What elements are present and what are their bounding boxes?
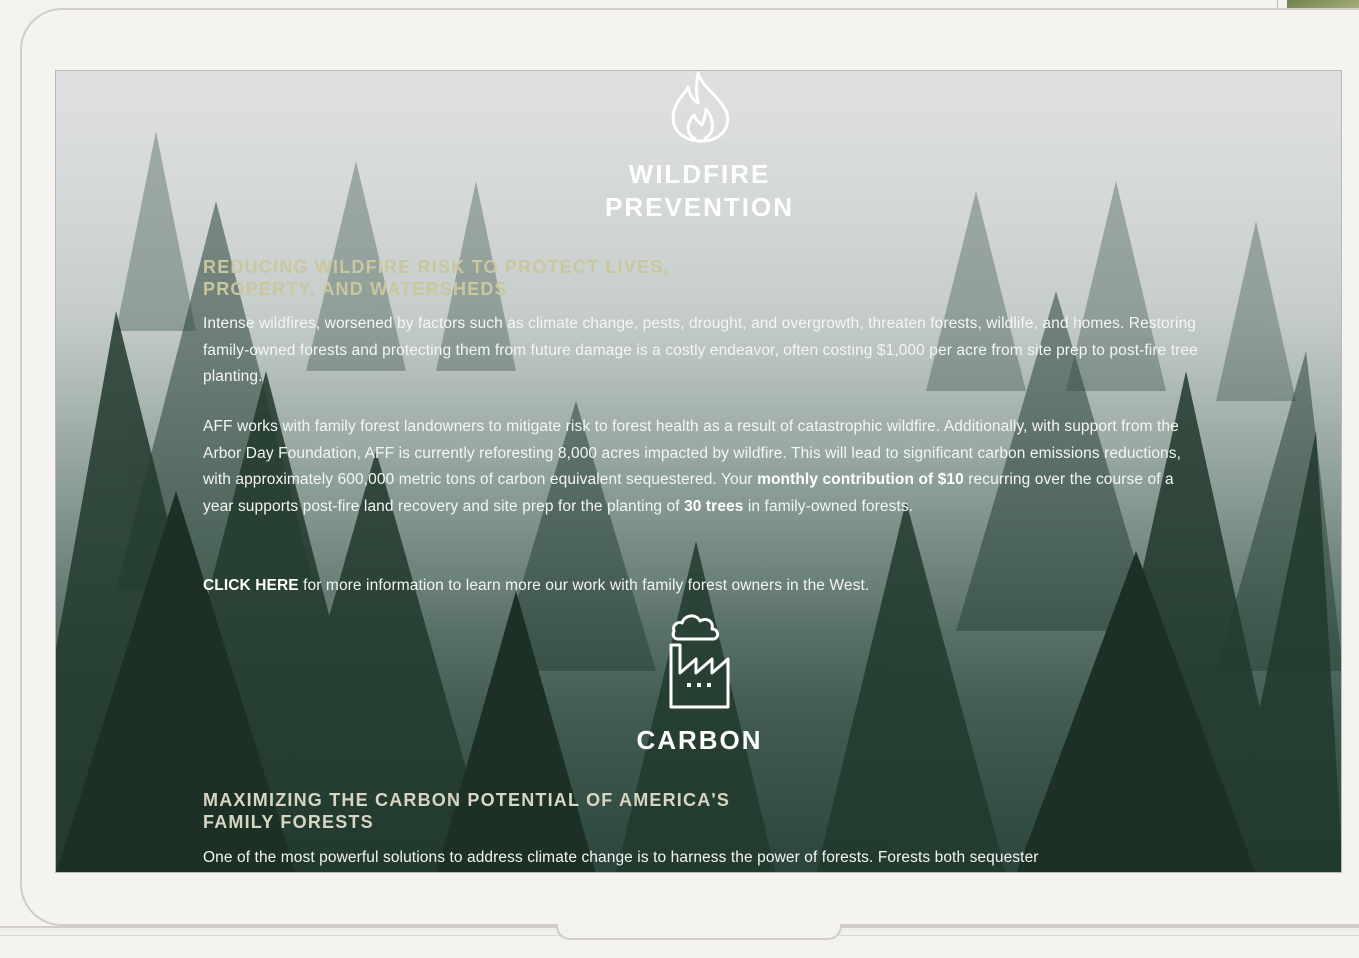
wildfire-subhead-line1: REDUCING WILDFIRE RISK TO PROTECT LIVES,: [203, 257, 670, 277]
factory-cloud-icon: [666, 611, 734, 711]
trees-count-highlight: 30 trees: [684, 497, 744, 515]
wildfire-intro-paragraph: Intense wildfires, worsened by factors s…: [203, 315, 1198, 385]
monthly-contribution-highlight: monthly contribution of $10: [757, 471, 964, 488]
wildfire-title-line2: PREVENTION: [604, 192, 795, 222]
flame-icon: [668, 71, 732, 143]
wildfire-subhead: REDUCING WILDFIRE RISK TO PROTECT LIVES,…: [203, 256, 903, 300]
wildfire-subhead-line2: PROPERTY, AND WATERSHEDS: [203, 279, 508, 299]
laptop-notch: [556, 924, 842, 940]
wildfire-title-line1: WILDFIRE: [628, 159, 771, 189]
wildfire-cta-text: for more information to learn more our w…: [298, 577, 870, 594]
frame-divider: [1277, 0, 1278, 8]
wildfire-detail-paragraph: AFF works with family forest landowners …: [203, 414, 1203, 520]
wildfire-detail-text-c: in family-owned forests.: [743, 497, 914, 515]
laptop-screen: WILDFIRE PREVENTION REDUCING WILDFIRE RI…: [55, 70, 1342, 873]
carbon-subhead-line1: MAXIMIZING THE CARBON POTENTIAL OF AMERI…: [203, 790, 731, 810]
carbon-title: CARBON: [636, 725, 763, 755]
carbon-subhead-line2: FAMILY FORESTS: [203, 812, 374, 832]
click-here-link[interactable]: CLICK HERE: [203, 577, 299, 594]
carbon-intro-paragraph: One of the most powerful solutions to ad…: [203, 849, 1039, 866]
carbon-subhead: MAXIMIZING THE CARBON POTENTIAL OF AMERI…: [203, 789, 903, 833]
wildfire-cta-paragraph: CLICK HERE for more information to learn…: [203, 573, 1203, 600]
